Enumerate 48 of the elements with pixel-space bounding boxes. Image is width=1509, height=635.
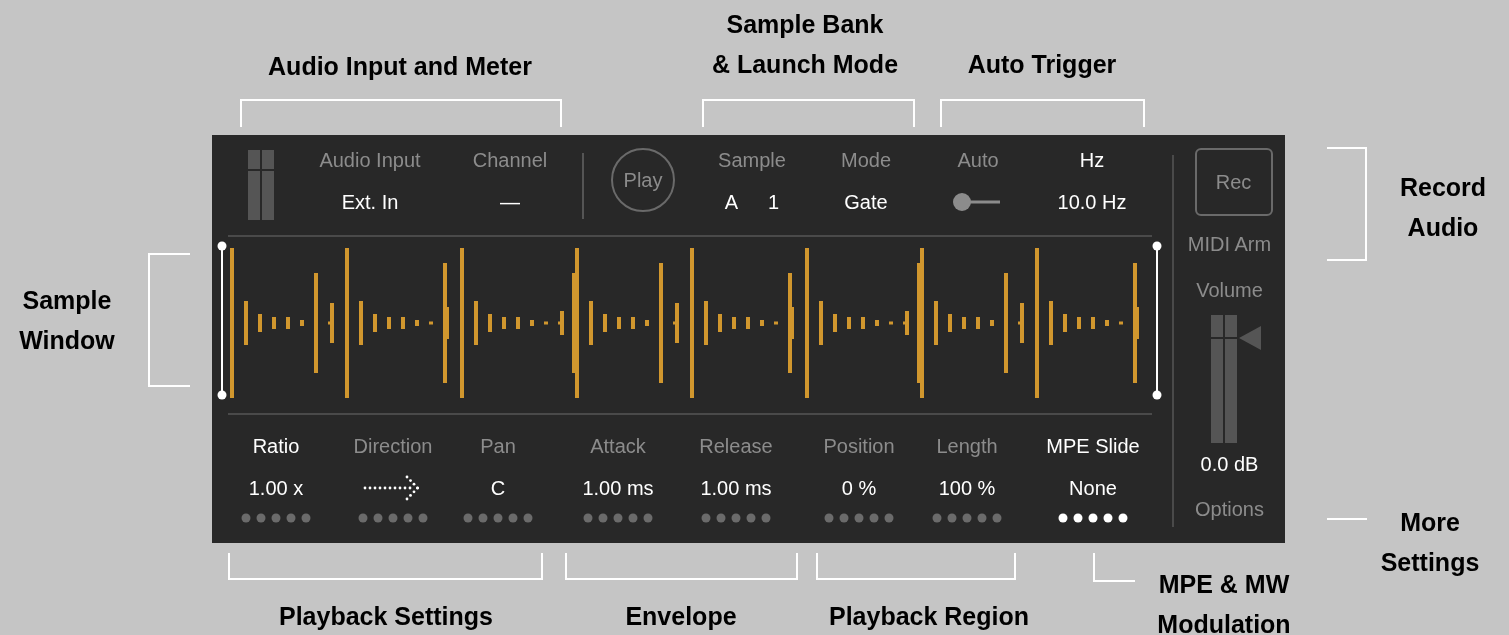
- sample-number-value[interactable]: 1: [768, 189, 780, 215]
- parameter-value[interactable]: 0 %: [841, 475, 877, 501]
- parameter-label: Audio Input: [319, 148, 421, 173]
- parameter-value[interactable]: C: [490, 475, 506, 501]
- parameter-label: MPE Slide: [1046, 434, 1140, 459]
- parameter-label: Direction: [353, 434, 433, 459]
- rec-button[interactable]: Rec: [1194, 148, 1273, 216]
- input-value[interactable]: Ext. In: [341, 189, 399, 215]
- rate-value[interactable]: 10.0 Hz: [1057, 189, 1127, 215]
- volume-value[interactable]: 0.0 dB: [1200, 451, 1259, 477]
- parameter-value[interactable]: 1.00 ms: [700, 475, 772, 501]
- parameter-label: Auto: [957, 148, 999, 173]
- parameter-label: Pan: [480, 434, 516, 459]
- channel-value[interactable]: —: [500, 189, 520, 215]
- window-end-handle[interactable]: [1152, 241, 1162, 400]
- sample-bank-value[interactable]: A: [724, 189, 739, 215]
- parameter-value[interactable]: 100 %: [938, 475, 996, 501]
- callout-label: Sample Bank & Launch Mode: [710, 9, 900, 80]
- callout-label: Sample Window: [18, 285, 116, 356]
- bracket-line: [1327, 518, 1367, 520]
- mode-value[interactable]: Gate: [844, 189, 888, 215]
- callout-label: Auto Trigger: [966, 49, 1118, 80]
- callout-label: More Settings: [1379, 507, 1481, 578]
- window-start-handle[interactable]: [217, 241, 227, 400]
- callout-label: Playback Region: [827, 601, 1031, 632]
- parameter-value[interactable]: None: [1069, 475, 1117, 501]
- callout-label: Playback Settings: [278, 601, 494, 632]
- parameter-label: Hz: [1079, 148, 1105, 173]
- parameter-label: Release: [699, 434, 773, 459]
- volume-label: Volume: [1196, 278, 1263, 303]
- options-label[interactable]: Options: [1195, 496, 1264, 522]
- midi-arm-label[interactable]: MIDI Arm: [1187, 231, 1272, 257]
- parameter-label: Sample: [718, 148, 786, 173]
- play-button[interactable]: Play: [611, 148, 675, 212]
- parameter-label: Position: [823, 434, 895, 459]
- callout-label: MPE & MW Modulation: [1156, 569, 1292, 635]
- parameter-label: Length: [936, 434, 998, 459]
- callout-label: Record Audio: [1398, 172, 1488, 243]
- parameter-label: Ratio: [252, 434, 300, 459]
- input-meter-icon: [248, 150, 274, 220]
- callout-label: Audio Input and Meter: [267, 51, 533, 82]
- callout-label: Envelope: [624, 601, 738, 632]
- parameter-label: Channel: [472, 148, 548, 173]
- parameter-label: Attack: [590, 434, 646, 459]
- parameter-label: Mode: [841, 148, 891, 173]
- parameter-value[interactable]: 1.00 ms: [582, 475, 654, 501]
- bracket-line: [1093, 553, 1135, 582]
- parameter-value[interactable]: 1.00 x: [248, 475, 304, 501]
